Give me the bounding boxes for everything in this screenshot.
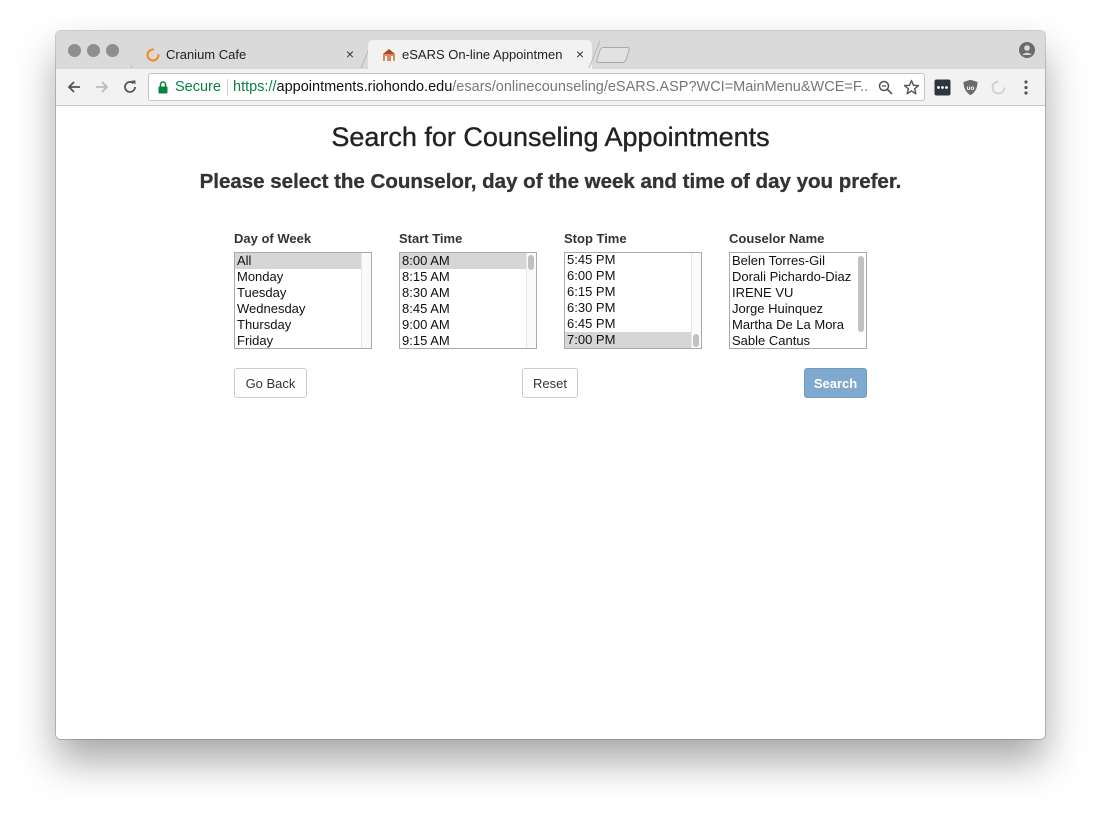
listbox-option[interactable]: Tuesday [235, 285, 371, 301]
zoom-out-icon[interactable] [878, 80, 893, 95]
listbox-scrollbar[interactable] [691, 253, 701, 348]
listbox-scrollbar[interactable] [361, 253, 371, 348]
listbox-option[interactable]: All [235, 253, 371, 269]
more-menu-icon[interactable] [1023, 79, 1029, 96]
extension-dots-icon[interactable] [934, 79, 951, 96]
extension-spinner-icon[interactable] [990, 79, 1007, 96]
start-time-label: Start Time [399, 231, 463, 246]
lock-icon [158, 81, 168, 94]
listbox-option[interactable]: Jorge Huinquez [730, 301, 866, 317]
page-title: Search for Counseling Appointments [331, 122, 770, 152]
ublock-shield-icon[interactable]: uo [962, 79, 979, 96]
listbox-scrollbar[interactable] [856, 253, 866, 348]
profile-icon[interactable] [1019, 42, 1035, 58]
omnibox-separator [227, 79, 228, 96]
listbox-option[interactable]: 6:15 PM [565, 284, 701, 300]
listbox-scrollbar[interactable] [526, 253, 536, 348]
new-tab-button[interactable] [595, 47, 631, 63]
url-text[interactable]: https://appointments.riohondo.edu/esars/… [233, 79, 869, 95]
listbox-option[interactable]: 9:00 AM [400, 317, 536, 333]
tab-close-icon[interactable]: × [576, 46, 584, 62]
url-path: /esars/onlinecounseling/eSARS.ASP?WCI=Ma… [452, 79, 869, 95]
listbox-option[interactable]: Martha De La Mora [730, 317, 866, 333]
tab-cranium-cafe[interactable]: Cranium Cafe × [132, 40, 362, 69]
browser-toolbar: Secure https://appointments.riohondo.edu… [56, 69, 1045, 106]
listbox-option[interactable]: 8:15 AM [400, 269, 536, 285]
listbox-option[interactable]: 6:00 PM [565, 268, 701, 284]
url-scheme: https:// [233, 79, 277, 95]
tab-esars[interactable]: eSARS On-line Appointment S × [368, 40, 592, 69]
stop-time-listbox[interactable]: 5:45 PM 6:00 PM 6:15 PM 6:30 PM 6:45 PM … [564, 252, 702, 349]
search-button[interactable]: Search [804, 368, 867, 398]
listbox-option[interactable]: 6:30 PM [565, 300, 701, 316]
page-subtitle: Please select the Counselor, day of the … [199, 170, 902, 193]
stop-time-label: Stop Time [564, 231, 627, 246]
scrollbar-thumb[interactable] [693, 334, 699, 347]
tab-title: Cranium Cafe [166, 47, 247, 62]
start-time-listbox[interactable]: 8:00 AM 8:15 AM 8:30 AM 8:45 AM 9:00 AM … [399, 252, 537, 349]
tab-title: eSARS On-line Appointment S [402, 47, 562, 62]
listbox-option[interactable]: Dorali Pichardo-Diaz [730, 269, 866, 285]
address-bar[interactable]: Secure https://appointments.riohondo.edu… [148, 73, 925, 101]
listbox-option[interactable]: Friday [235, 333, 371, 348]
listbox-option[interactable]: Monday [235, 269, 371, 285]
listbox-option[interactable]: 5:45 PM [565, 253, 701, 268]
listbox-option[interactable]: 8:00 AM [400, 253, 536, 269]
listbox-option[interactable]: IRENE VU [730, 285, 866, 301]
svg-text:uo: uo [967, 85, 975, 92]
back-arrow-icon[interactable] [65, 78, 83, 96]
scrollbar-thumb[interactable] [528, 255, 534, 270]
forward-arrow-icon[interactable] [93, 78, 111, 96]
reload-icon[interactable] [121, 78, 139, 96]
day-of-week-listbox[interactable]: All Monday Tuesday Wednesday Thursday Fr… [234, 252, 372, 349]
secure-label[interactable]: Secure [175, 79, 221, 95]
tab-close-icon[interactable]: × [346, 46, 354, 62]
listbox-option[interactable]: 8:30 AM [400, 285, 536, 301]
listbox-option[interactable]: 9:15 AM [400, 333, 536, 348]
browser-window: Cranium Cafe × eSARS On-line Appointment… [56, 31, 1045, 739]
counselor-name-label: Couselor Name [729, 231, 825, 246]
listbox-option[interactable]: Belen Torres-Gil [730, 253, 866, 269]
loading-spinner-icon [146, 48, 160, 62]
minimize-window-button[interactable] [87, 44, 100, 57]
page-content: Search for Counseling Appointments Pleas… [56, 107, 1045, 739]
zoom-window-button[interactable] [106, 44, 119, 57]
counselor-name-listbox[interactable]: Belen Torres-Gil Dorali Pichardo-Diaz IR… [729, 252, 867, 349]
listbox-option[interactable]: 6:45 PM [565, 316, 701, 332]
day-of-week-label: Day of Week [234, 231, 312, 246]
scrollbar-thumb[interactable] [858, 256, 864, 332]
listbox-option[interactable]: Wednesday [235, 301, 371, 317]
go-back-button[interactable]: Go Back [234, 368, 307, 398]
bookmark-star-icon[interactable] [903, 79, 920, 96]
rio-hondo-favicon-icon [383, 49, 395, 61]
listbox-option[interactable]: 8:45 AM [400, 301, 536, 317]
listbox-option[interactable]: Sable Cantus [730, 333, 866, 348]
tab-strip: Cranium Cafe × eSARS On-line Appointment… [56, 31, 1045, 69]
listbox-option[interactable]: Thursday [235, 317, 371, 333]
close-window-button[interactable] [68, 44, 81, 57]
url-host: appointments.riohondo.edu [276, 79, 453, 95]
listbox-option[interactable]: 7:00 PM [565, 332, 701, 348]
reset-button[interactable]: Reset [522, 368, 578, 398]
